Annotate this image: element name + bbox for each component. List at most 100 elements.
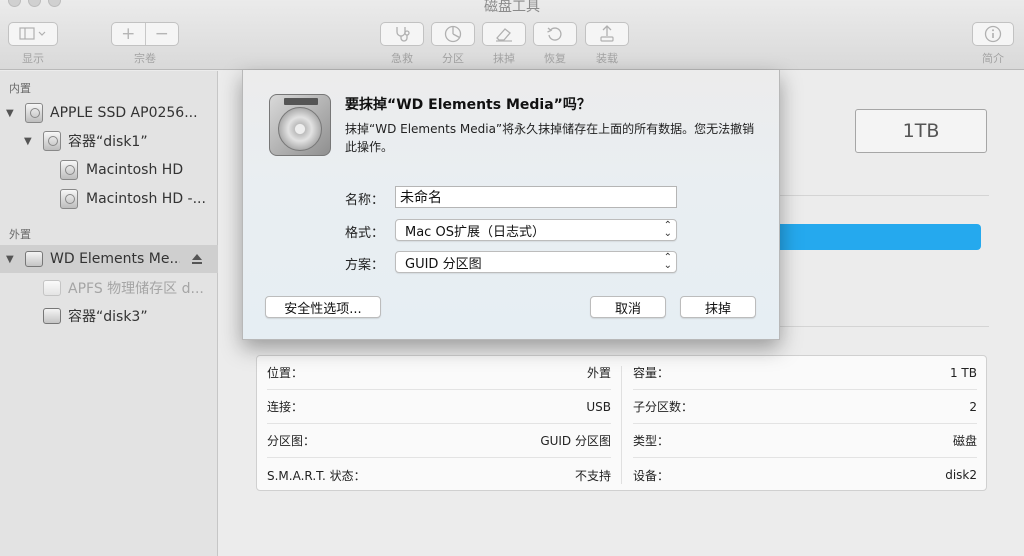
info-value: 1 TB: [949, 365, 977, 380]
info-icon: [984, 25, 1002, 43]
first-aid-button[interactable]: [380, 22, 424, 46]
view-label: 显示: [22, 52, 44, 65]
sidebar-item-label: Macintosh HD: [86, 162, 184, 178]
sidebar-item-label: 容器“disk3”: [68, 309, 148, 325]
apfs-store-icon: [43, 280, 61, 296]
security-options-button[interactable]: 安全性选项...: [265, 296, 381, 318]
info-row-connection: 连接： USB: [267, 390, 611, 424]
info-row-child-count: 子分区数： 2: [633, 390, 977, 424]
sidebar-icon: [19, 27, 46, 40]
name-input[interactable]: [395, 186, 677, 208]
remove-volume-button[interactable]: −: [145, 24, 178, 44]
info-key: 位置：: [267, 366, 304, 380]
info-value: 外置: [586, 366, 611, 380]
first-aid-label: 急救: [391, 52, 413, 65]
add-volume-button[interactable]: +: [112, 24, 145, 44]
sidebar-item-label: Macintosh HD -...: [86, 191, 206, 207]
erase-button[interactable]: 抹掉: [680, 296, 756, 318]
info-button[interactable]: [972, 22, 1014, 46]
restore-label: 恢复: [544, 52, 566, 65]
erase-toolbar-button[interactable]: [482, 22, 526, 46]
mount-icon: [600, 25, 614, 42]
scheme-select-value: GUID 分区图: [405, 256, 482, 272]
info-key: 连接：: [267, 400, 304, 414]
internal-disk-icon: [25, 103, 43, 123]
info-key: 子分区数：: [633, 400, 694, 414]
info-row-capacity: 容量： 1 TB: [633, 356, 977, 390]
chevron-updown-icon: ⌃ ⌄: [663, 220, 672, 239]
format-select[interactable]: Mac OS扩展（日志式） ⌃ ⌄: [395, 219, 677, 241]
info-row-location: 位置： 外置: [267, 356, 611, 390]
info-label: 简介: [982, 52, 1004, 65]
chevron-updown-icon: ⌃ ⌄: [663, 252, 672, 271]
pie-partition-icon: [444, 25, 462, 43]
format-label: 格式：: [345, 226, 385, 241]
info-value: GUID 分区图: [540, 434, 611, 448]
toolbar: 磁盘工具 显示 + − 宗卷 急救 分区 抹掉 恢复 装载 简介: [0, 0, 1024, 70]
erase-toolbar-label: 抹掉: [493, 52, 515, 65]
eject-icon[interactable]: [191, 253, 203, 265]
sidebar-item-label: APPLE SSD AP0256...: [50, 105, 198, 121]
container-disk-icon: [43, 308, 61, 324]
sidebar-item-macintosh-hd-data[interactable]: Macintosh HD -...: [0, 185, 218, 213]
mount-label: 装载: [596, 52, 618, 65]
info-key: 设备：: [633, 468, 670, 483]
column-divider: [621, 366, 622, 484]
info-key: 类型：: [633, 434, 670, 448]
info-key: S.M.A.R.T. 状态：: [267, 468, 366, 483]
mount-button[interactable]: [585, 22, 629, 46]
divider: [751, 326, 989, 327]
info-row-device: 设备： disk2: [633, 458, 977, 492]
sidebar-item-container-disk3[interactable]: 容器“disk3”: [0, 302, 218, 330]
internal-section-title: 内置: [9, 82, 31, 95]
info-row-smart-status: S.M.A.R.T. 状态： 不支持: [267, 458, 611, 492]
disclosure-triangle-icon[interactable]: ▼: [24, 136, 32, 147]
sidebar-item-label: WD Elements Me...: [50, 251, 180, 267]
volume-disk-icon: [60, 160, 78, 180]
capacity-box: 1TB: [855, 109, 987, 153]
info-row-partition-map: 分区图： GUID 分区图: [267, 424, 611, 458]
volume-segment: + −: [111, 22, 179, 46]
name-label: 名称：: [345, 193, 385, 208]
dialog-message: 抹掉“WD Elements Media”将永久抹掉储存在上面的所有数据。您无法…: [345, 122, 755, 154]
external-section-title: 外置: [9, 228, 31, 241]
info-panel: 位置： 外置 连接： USB 分区图： GUID 分区图 S.M.A.R.T. …: [256, 355, 987, 491]
sidebar-item-apfs-store[interactable]: APFS 物理储存区 d...: [0, 274, 218, 302]
sidebar-item-container-disk1[interactable]: ▼ 容器“disk1”: [0, 127, 218, 155]
usage-bar: [751, 224, 981, 250]
stethoscope-icon: [396, 27, 410, 42]
eraser-icon: [496, 28, 512, 42]
info-value: disk2: [945, 468, 977, 482]
container-disk-icon: [43, 131, 61, 151]
format-select-value: Mac OS扩展（日志式）: [405, 224, 545, 240]
scheme-label: 方案：: [345, 258, 385, 273]
sidebar: 内置 ▼ APPLE SSD AP0256... ▼ 容器“disk1” Mac…: [0, 71, 218, 556]
partition-label: 分区: [442, 52, 464, 65]
sidebar-item-macintosh-hd[interactable]: Macintosh HD: [0, 156, 218, 184]
divider: [751, 195, 989, 196]
disclosure-triangle-icon[interactable]: ▼: [6, 254, 14, 265]
info-row-type: 类型： 磁盘: [633, 424, 977, 458]
restore-arrow-icon: [547, 27, 562, 41]
sidebar-item-wd-elements[interactable]: ▼ WD Elements Me...: [0, 245, 218, 273]
external-disk-icon: [25, 251, 43, 267]
dialog-title: 要抹掉“WD Elements Media”吗？: [345, 97, 591, 113]
info-value: 磁盘: [952, 434, 977, 448]
partition-button[interactable]: [431, 22, 475, 46]
disclosure-triangle-icon[interactable]: ▼: [6, 108, 14, 119]
scheme-select[interactable]: GUID 分区图 ⌃ ⌄: [395, 251, 677, 273]
volume-disk-icon: [60, 189, 78, 209]
info-key: 容量：: [633, 366, 670, 380]
sidebar-item-label: 容器“disk1”: [68, 134, 148, 150]
info-key: 分区图：: [267, 434, 316, 448]
info-value: 2: [969, 399, 977, 414]
sidebar-item-apple-ssd[interactable]: ▼ APPLE SSD AP0256...: [0, 99, 218, 127]
view-button[interactable]: [8, 22, 58, 46]
info-value: 不支持: [574, 468, 611, 483]
window-title: 磁盘工具: [484, 0, 540, 15]
cancel-button[interactable]: 取消: [590, 296, 666, 318]
sidebar-item-label: APFS 物理储存区 d...: [68, 281, 204, 297]
info-value: USB: [586, 399, 611, 414]
restore-button[interactable]: [533, 22, 577, 46]
erase-dialog: 要抹掉“WD Elements Media”吗？ 抹掉“WD Elements …: [242, 70, 780, 340]
